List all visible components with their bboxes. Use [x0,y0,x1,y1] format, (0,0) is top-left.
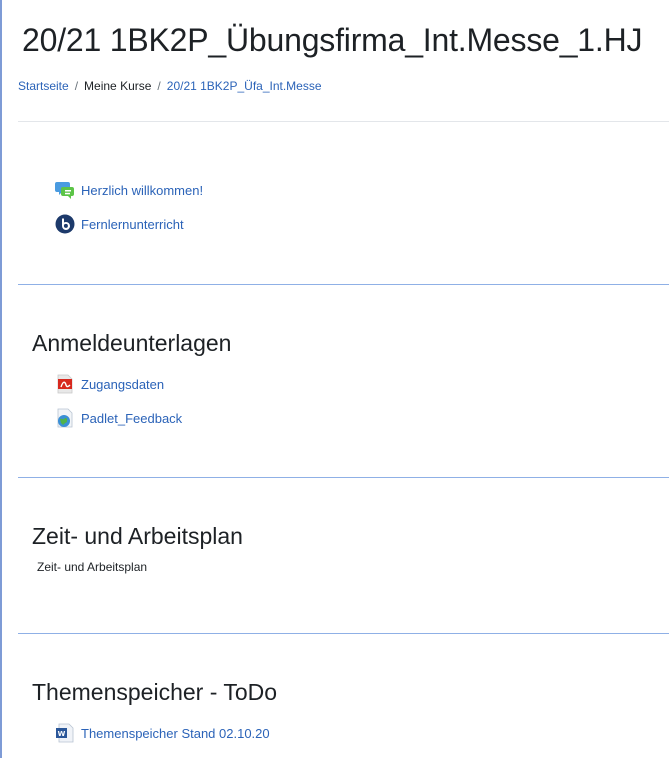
activity-padlet-feedback[interactable]: Padlet_Feedback [54,407,182,429]
course-title: 20/21 1BK2P_Übungsfirma_Int.Messe_1.HJ [22,22,643,58]
course-page: 20/21 1BK2P_Übungsfirma_Int.Messe_1.HJ S… [0,0,669,758]
section-summary-zeitplan: Zeit- und Arbeitsplan [37,560,148,574]
section-divider [18,284,669,285]
breadcrumb-my-courses: Meine Kurse [84,79,152,93]
activity-herzlich-willkommen[interactable]: Herzlich willkommen! [54,179,203,201]
section-divider [18,633,669,634]
section-title-anmeldeunterlagen[interactable]: Anmeldeunterlagen [32,330,231,357]
breadcrumb-current-course-link[interactable]: 20/21 1BK2P_Üfa_Int.Messe [167,79,322,93]
bigbluebutton-icon [54,213,76,235]
pdf-icon [54,373,76,395]
activity-link[interactable]: Fernlernunterricht [81,217,184,232]
activity-link[interactable]: Themenspeicher Stand 02.10.20 [81,726,270,741]
activity-fernlernunterricht[interactable]: Fernlernunterricht [54,213,184,235]
breadcrumb-separator: / [74,79,79,93]
section-title-zeitplan[interactable]: Zeit- und Arbeitsplan [32,523,243,550]
breadcrumb-home-link[interactable]: Startseite [18,79,69,93]
activity-link[interactable]: Zugangsdaten [81,377,164,392]
url-icon [54,407,76,429]
activity-link[interactable]: Padlet_Feedback [81,411,182,426]
svg-text:W: W [58,730,66,738]
breadcrumb: Startseite / Meine Kurse / 20/21 1BK2P_Üfa_I… [18,79,322,93]
activity-zugangsdaten[interactable]: Zugangsdaten [54,373,164,395]
word-document-icon: W [54,722,76,744]
activity-themenspeicher-stand[interactable]: W Themenspeicher Stand 02.10.20 [54,722,270,744]
header-divider [18,121,669,122]
section-divider [18,477,669,478]
forum-icon [54,179,76,201]
breadcrumb-separator: / [157,79,161,93]
activity-link[interactable]: Herzlich willkommen! [81,183,203,198]
section-title-themenspeicher[interactable]: Themenspeicher - ToDo [32,679,277,706]
